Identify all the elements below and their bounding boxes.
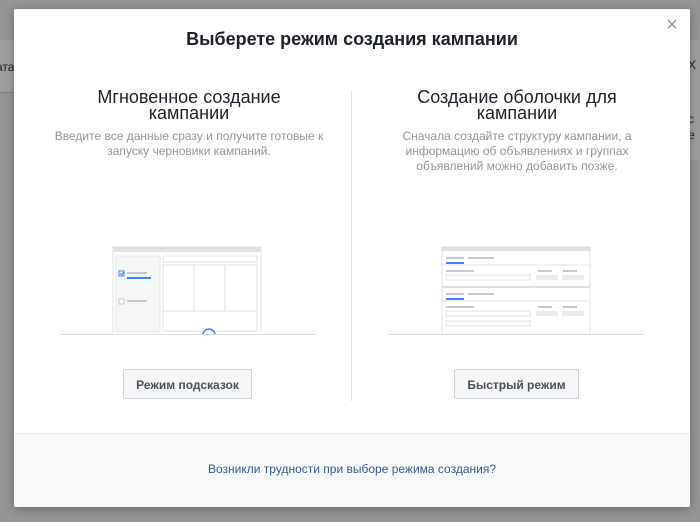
guided-mode-illustration [60,245,316,336]
illustration-baseline [388,334,644,335]
dialog-title: Выберете режим создания кампании [186,29,518,49]
dialog-footer: Возникли трудности при выборе режима соз… [14,433,690,507]
help-link[interactable]: Возникли трудности при выборе режима соз… [14,462,690,476]
option-title: Мгновенное создание кампании [97,87,281,123]
quick-mode-illustration [388,245,644,336]
campaign-mode-dialog: × Выберете режим создания кампании Мгнов… [14,9,690,507]
guided-mode-button[interactable]: Режим подсказок [123,369,252,399]
quick-mode-button[interactable]: Быстрый режим [454,369,579,399]
guided-wireframe-icon [112,246,262,336]
illustration-baseline [60,334,316,335]
option-instant-creation: Мгновенное создание кампании Введите все… [44,87,334,159]
column-divider [351,91,352,401]
option-title: Создание оболочки для кампании [417,87,617,123]
option-description: Сначала создайте структуру кампании, а и… [402,129,632,173]
quick-wireframe-icon [441,246,591,336]
option-description: Введите все данные сразу и получите гото… [54,129,324,158]
option-shell-creation: Создание оболочки для кампании Сначала с… [372,87,662,174]
